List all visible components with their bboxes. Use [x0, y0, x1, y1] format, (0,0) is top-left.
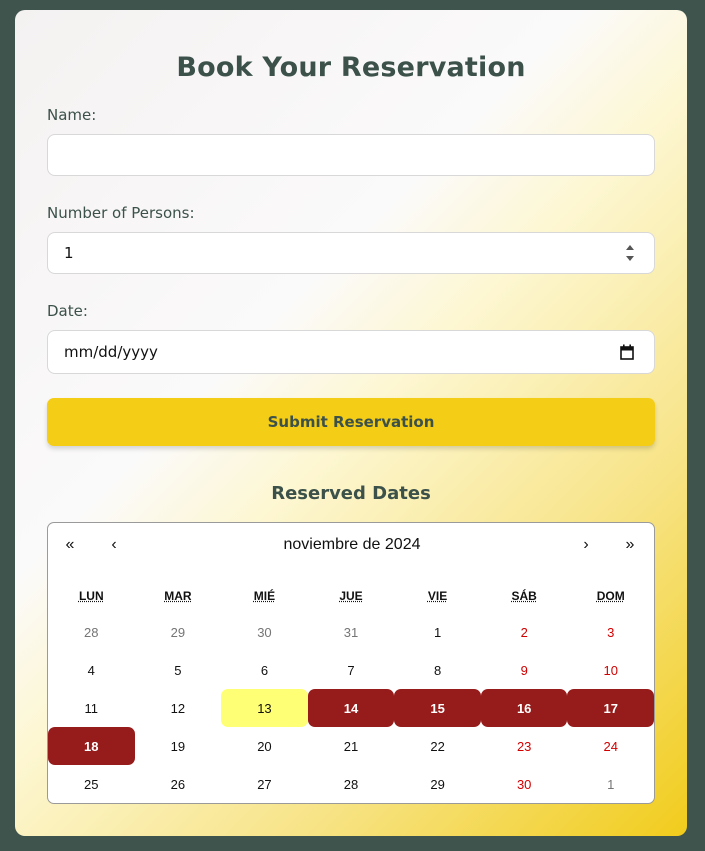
calendar-day-reserved[interactable]: 18: [48, 727, 135, 765]
calendar-day[interactable]: 2: [481, 613, 568, 651]
date-placeholder: mm/dd/yyyy: [64, 343, 158, 361]
calendar-day[interactable]: 12: [135, 689, 222, 727]
weekday-label: DOM: [596, 589, 625, 603]
date-field[interactable]: mm/dd/yyyy: [47, 330, 655, 374]
calendar-grid: 28 29 30 31 1 2 3 4 5 6 7 8 9 10 11 12 13 14 15 16 17 18 19 20 2…: [48, 613, 654, 803]
persons-value: 1: [64, 244, 74, 262]
weekday-label: VIE: [427, 589, 448, 603]
calendar-day-today[interactable]: 13: [221, 689, 308, 727]
calendar-day[interactable]: 23: [481, 727, 568, 765]
calendar-day-reserved[interactable]: 15: [394, 689, 481, 727]
name-field[interactable]: [47, 134, 655, 176]
page-title: Book Your Reservation: [176, 52, 526, 83]
calendar-day[interactable]: 7: [308, 651, 395, 689]
calendar-day[interactable]: 27: [221, 765, 308, 803]
calendar-day[interactable]: 1: [394, 613, 481, 651]
date-label: Date:: [47, 302, 88, 320]
calendar-week: 25 26 27 28 29 30 1: [48, 765, 654, 803]
weekday-label: SÁB: [511, 589, 537, 603]
stepper-up-icon[interactable]: [626, 245, 634, 250]
persons-stepper[interactable]: [624, 242, 636, 264]
calendar-day-reserved[interactable]: 14: [307, 689, 395, 727]
weekday-label: JUE: [339, 589, 363, 603]
calendar-day[interactable]: 9: [481, 651, 568, 689]
calendar-day[interactable]: 11: [48, 689, 135, 727]
calendar-day[interactable]: 29: [135, 613, 222, 651]
weekday-header: LUN MAR MIÉ JUE VIE SÁB DOM: [48, 589, 654, 603]
calendar-day[interactable]: 24: [567, 727, 654, 765]
reserved-calendar: « ‹ noviembre de 2024 › » LUN MAR MIÉ JU…: [47, 522, 655, 804]
calendar-day[interactable]: 5: [135, 651, 222, 689]
calendar-week: 18 19 20 21 22 23 24: [48, 727, 654, 765]
calendar-day[interactable]: 3: [567, 613, 654, 651]
calendar-week: 4 5 6 7 8 9 10: [48, 651, 654, 689]
calendar-week: 11 12 13 14 15 16 17: [48, 689, 654, 727]
calendar-day[interactable]: 30: [481, 765, 568, 803]
calendar-day[interactable]: 28: [48, 613, 135, 651]
calendar-day-reserved[interactable]: 17: [567, 689, 654, 727]
calendar-week: 28 29 30 31 1 2 3: [48, 613, 654, 651]
submit-reservation-button[interactable]: Submit Reservation: [47, 398, 655, 446]
calendar-day[interactable]: 21: [308, 727, 395, 765]
reserved-dates-title: Reserved Dates: [271, 483, 431, 504]
weekday-label: MAR: [164, 589, 192, 603]
calendar-day[interactable]: 20: [221, 727, 308, 765]
calendar-day[interactable]: 10: [567, 651, 654, 689]
calendar-day[interactable]: 29: [394, 765, 481, 803]
calendar-day[interactable]: 22: [394, 727, 481, 765]
reservation-card: Book Your Reservation Name: Number of Pe…: [15, 10, 687, 836]
weekday-label: MIÉ: [253, 589, 276, 603]
name-input[interactable]: [64, 146, 638, 164]
stepper-down-icon[interactable]: [626, 256, 634, 261]
calendar-day[interactable]: 25: [48, 765, 135, 803]
calendar-day-reserved[interactable]: 16: [480, 689, 568, 727]
calendar-day[interactable]: 28: [308, 765, 395, 803]
calendar-day[interactable]: 1: [567, 765, 654, 803]
prev-year-button[interactable]: «: [52, 523, 88, 567]
calendar-day[interactable]: 26: [135, 765, 222, 803]
weekday-label: LUN: [78, 589, 104, 603]
persons-label: Number of Persons:: [47, 204, 195, 222]
next-year-button[interactable]: »: [612, 523, 648, 567]
calendar-day[interactable]: 4: [48, 651, 135, 689]
name-label: Name:: [47, 106, 97, 124]
calendar-icon[interactable]: [620, 344, 634, 360]
calendar-day[interactable]: 8: [394, 651, 481, 689]
calendar-day[interactable]: 30: [221, 613, 308, 651]
persons-field[interactable]: 1: [47, 232, 655, 274]
calendar-day[interactable]: 31: [308, 613, 395, 651]
prev-month-button[interactable]: ‹: [96, 523, 132, 567]
calendar-day[interactable]: 6: [221, 651, 308, 689]
month-label[interactable]: noviembre de 2024: [138, 523, 566, 567]
next-month-button[interactable]: ›: [568, 523, 604, 567]
calendar-day[interactable]: 19: [135, 727, 222, 765]
